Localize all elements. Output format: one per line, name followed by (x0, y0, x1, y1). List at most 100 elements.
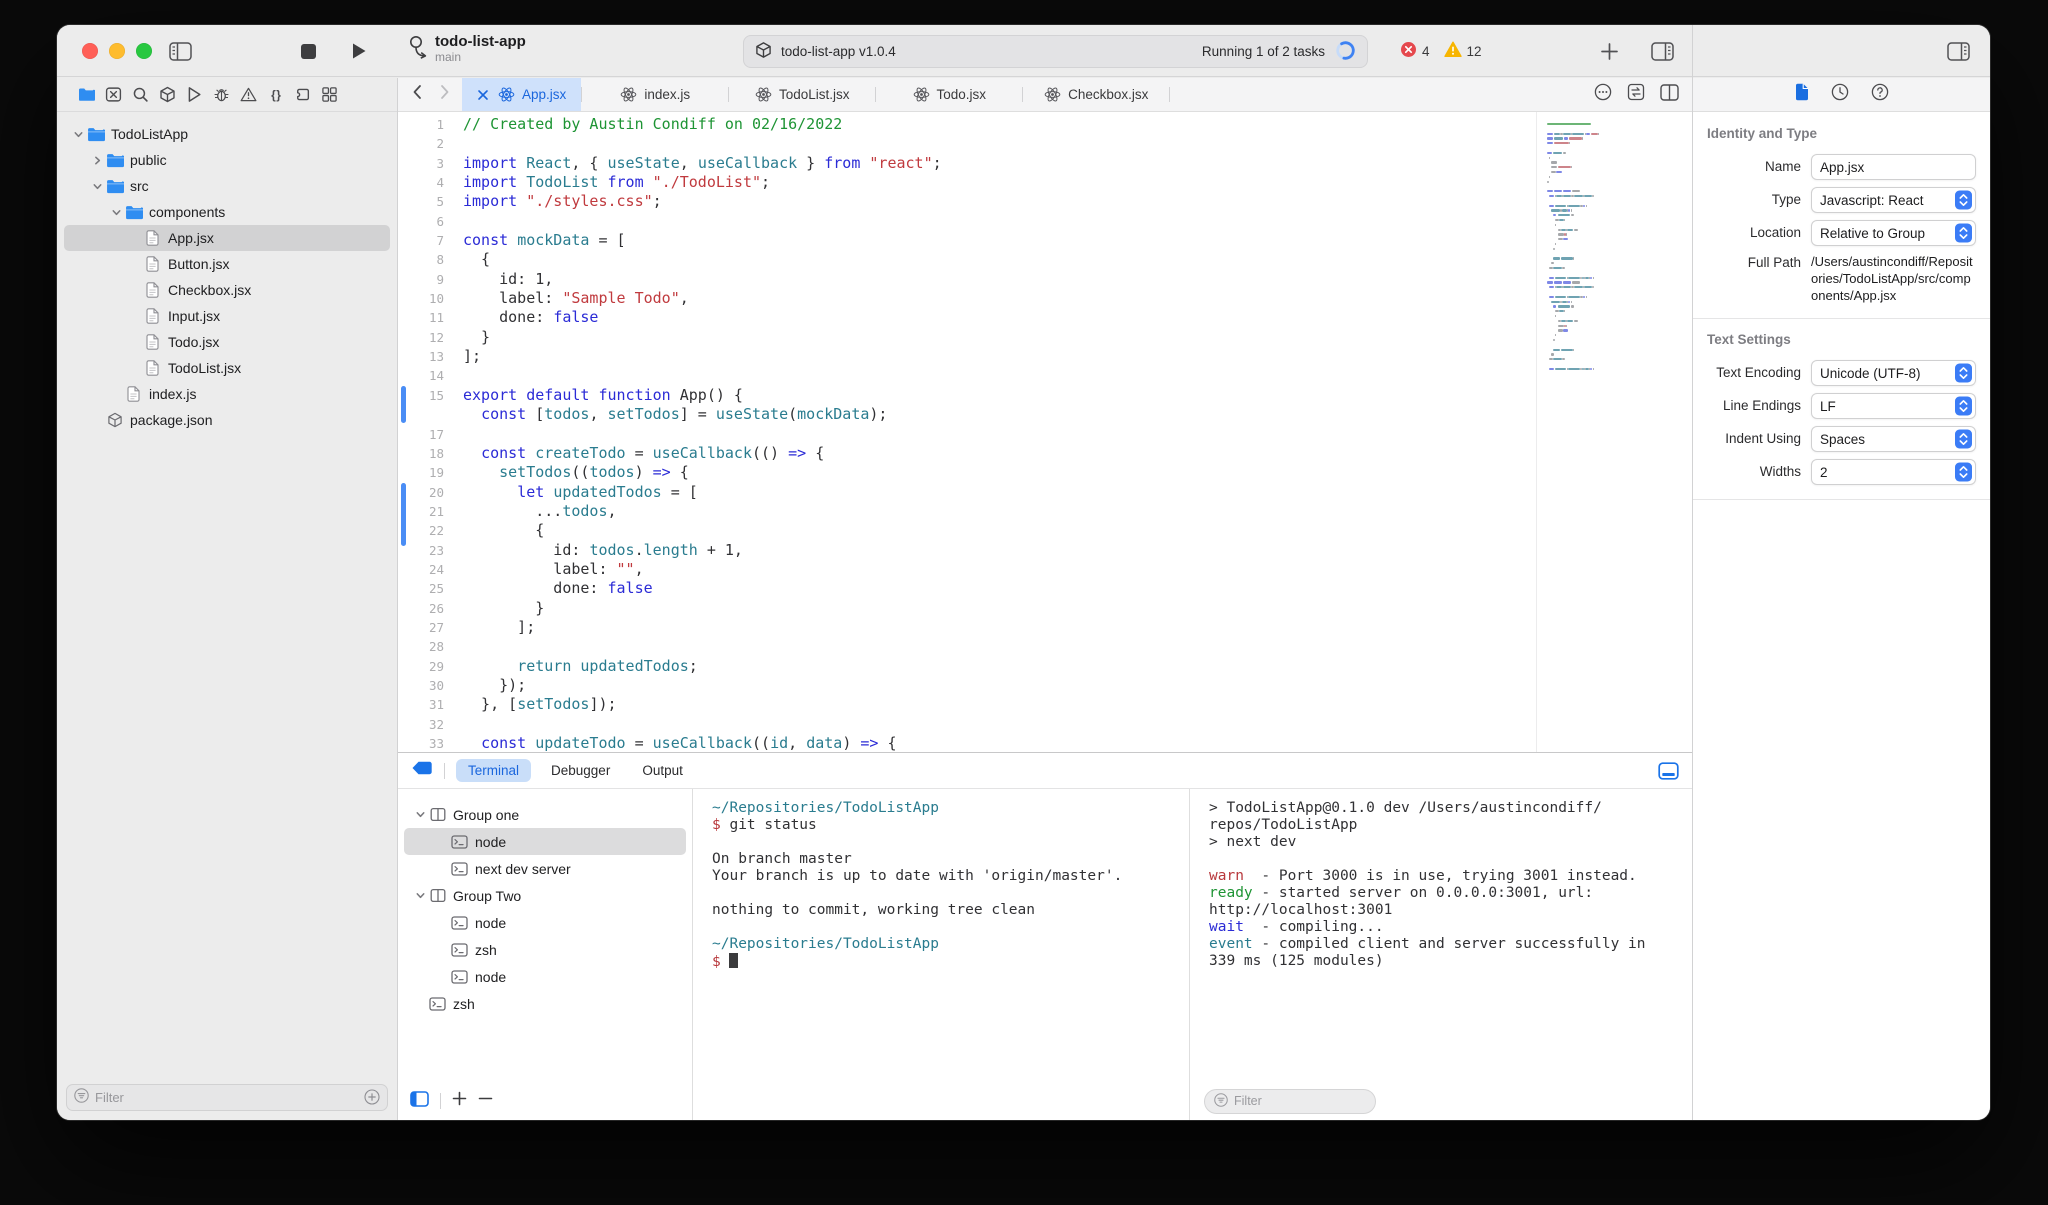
file-tree-item-components[interactable]: components (64, 199, 390, 225)
close-window-button[interactable] (82, 43, 98, 59)
disclosure-open-icon[interactable] (89, 181, 105, 192)
code-editor[interactable]: 1 2 3 4 5 6 7 8 9 10 11 12 13 14 15 17 18 19 20 21 22 23 24 25… (398, 112, 1692, 752)
dropdown-value: Unicode (UTF-8) (1820, 365, 1921, 381)
minimap-line (1585, 295, 1587, 299)
disclosure-open-icon[interactable] (108, 207, 124, 218)
minimize-window-button[interactable] (109, 43, 125, 59)
inspector-label: Type (1771, 192, 1801, 207)
editor-tab-app-jsx[interactable]: App.jsx (462, 78, 582, 111)
source-control-icon[interactable] (105, 86, 122, 103)
terminal-filter-input[interactable]: Filter (1204, 1088, 1376, 1114)
file-tree-item-todo-jsx[interactable]: Todo.jsx (64, 329, 390, 355)
braces-icon[interactable]: { } (267, 86, 284, 103)
project-navigator-icon[interactable] (78, 86, 95, 103)
item-label: next dev server (475, 860, 571, 877)
location-dropdown[interactable]: Relative to Group (1811, 220, 1976, 246)
forward-icon[interactable] (440, 84, 450, 105)
terminal-tree-item-node[interactable]: node (404, 828, 686, 855)
terminal-pane-1[interactable]: ~/Repositories/TodoListApp $ git status O… (693, 789, 1190, 1120)
file-tree-item-button-jsx[interactable]: Button.jsx (64, 251, 390, 277)
minimap[interactable] (1536, 112, 1692, 752)
name-field[interactable] (1811, 154, 1976, 180)
line-number: 24 (428, 561, 444, 577)
file-tree-item-todolistapp[interactable]: TodoListApp (64, 121, 390, 147)
terminal-pane-2[interactable]: > TodoListApp@0.1.0 dev /Users/austincon… (1190, 789, 1692, 1120)
close-tab-icon[interactable] (477, 89, 489, 101)
terminal-tree-item-node[interactable]: node (404, 963, 686, 990)
panel-tab-output[interactable]: Output (630, 759, 695, 782)
activity-status-bar[interactable]: todo-list-app v1.0.4 Running 1 of 2 task… (743, 35, 1368, 68)
widths-dropdown[interactable]: 2 (1811, 459, 1976, 485)
sidebar-divider[interactable] (397, 78, 398, 1120)
file-filter-input[interactable]: Filter (66, 1083, 388, 1111)
terminal-tree-item-node[interactable]: node (404, 909, 686, 936)
issues-warning-icon[interactable] (240, 86, 257, 103)
warnings-icon[interactable] (1443, 41, 1462, 61)
disclosure-open-icon[interactable] (70, 129, 86, 140)
panel-tab-terminal[interactable]: Terminal (456, 759, 532, 782)
grid-icon[interactable] (321, 86, 338, 103)
errors-icon[interactable] (1400, 41, 1417, 61)
terminal-tree-item-zsh[interactable]: zsh (404, 936, 686, 963)
file-inspector-icon[interactable] (1794, 83, 1809, 106)
toggle-terminal-sidebar-icon[interactable] (410, 1090, 429, 1112)
disclosure-closed-icon[interactable] (89, 155, 105, 166)
remove-terminal-icon[interactable] (478, 1091, 493, 1111)
add-button[interactable] (1600, 25, 1619, 77)
extensions-icon[interactable] (294, 86, 311, 103)
terminal-tree-item-zsh[interactable]: zsh (404, 990, 686, 1017)
minimap-line (1549, 276, 1555, 279)
inspector-divider[interactable] (1692, 25, 1693, 1120)
toggle-left-sidebar-icon[interactable] (169, 25, 192, 77)
help-inspector-icon[interactable] (1871, 83, 1889, 106)
file-tree-item-package-json[interactable]: package.json (64, 407, 390, 433)
folder-icon (105, 179, 124, 194)
file-tree-item-todolist-jsx[interactable]: TodoList.jsx (64, 355, 390, 381)
git-change-bar[interactable] (401, 385, 406, 423)
split-editor-icon[interactable] (1660, 83, 1679, 106)
file-tree-item-index-js[interactable]: index.js (64, 381, 390, 407)
editor-tab-todo-jsx[interactable]: Todo.jsx (876, 78, 1022, 111)
editor-tab-index-js[interactable]: index.js (582, 78, 728, 111)
line-endings-dropdown[interactable]: LF (1811, 393, 1976, 419)
minimap-line (1554, 132, 1560, 135)
file-tree-item-checkbox-jsx[interactable]: Checkbox.jsx (64, 277, 390, 303)
stop-button[interactable] (300, 25, 317, 77)
toggle-inspector-icon[interactable] (1947, 25, 1970, 77)
collapse-panel-icon[interactable] (1658, 761, 1679, 780)
file-tree-item-public[interactable]: public (64, 147, 390, 173)
back-icon[interactable] (412, 84, 422, 105)
swap-editor-icon[interactable] (1627, 83, 1645, 106)
stepper-icon (1955, 462, 1972, 482)
history-inspector-icon[interactable] (1831, 83, 1849, 106)
editor-tab-todolist-jsx[interactable]: TodoList.jsx (729, 78, 875, 111)
run-button[interactable] (351, 25, 367, 77)
drawer-icon[interactable] (411, 760, 433, 781)
run-navigator-icon[interactable] (186, 86, 203, 103)
file-tree-item-src[interactable]: src (64, 173, 390, 199)
file-tree-item-input-jsx[interactable]: Input.jsx (64, 303, 390, 329)
text-encoding-dropdown[interactable]: Unicode (UTF-8) (1811, 360, 1976, 386)
search-icon[interactable] (132, 86, 149, 103)
indent-using-dropdown[interactable]: Spaces (1811, 426, 1976, 452)
editor-tab-checkbox-jsx[interactable]: Checkbox.jsx (1023, 78, 1169, 111)
package-dependencies-icon[interactable] (159, 86, 176, 103)
project-info[interactable]: todo-list-app main (407, 33, 526, 68)
terminal-tree-item-group-one[interactable]: Group one (404, 801, 686, 828)
git-change-bar[interactable] (401, 482, 406, 547)
disclosure-open-icon[interactable] (412, 890, 428, 901)
tab-overflow-icon[interactable] (1594, 83, 1612, 106)
zoom-window-button[interactable] (136, 43, 152, 59)
editor-area: App.jsx index.js TodoList.jsx Todo.jsx Check… (398, 78, 1692, 752)
terminal-tree-item-group-two[interactable]: Group Two (404, 882, 686, 909)
panel-tab-debugger[interactable]: Debugger (539, 759, 622, 782)
type-dropdown[interactable]: Javascript: React (1811, 187, 1976, 213)
disclosure-open-icon[interactable] (412, 809, 428, 820)
minimap-line (1547, 180, 1550, 183)
file-tree-item-app-jsx[interactable]: App.jsx (64, 225, 390, 251)
terminal-tree-item-next-dev-server[interactable]: next dev server (404, 855, 686, 882)
add-terminal-icon[interactable] (452, 1091, 467, 1111)
toggle-right-panel-icon[interactable] (1651, 25, 1674, 77)
add-filter-icon[interactable] (364, 1089, 380, 1105)
bug-icon[interactable] (213, 86, 230, 103)
